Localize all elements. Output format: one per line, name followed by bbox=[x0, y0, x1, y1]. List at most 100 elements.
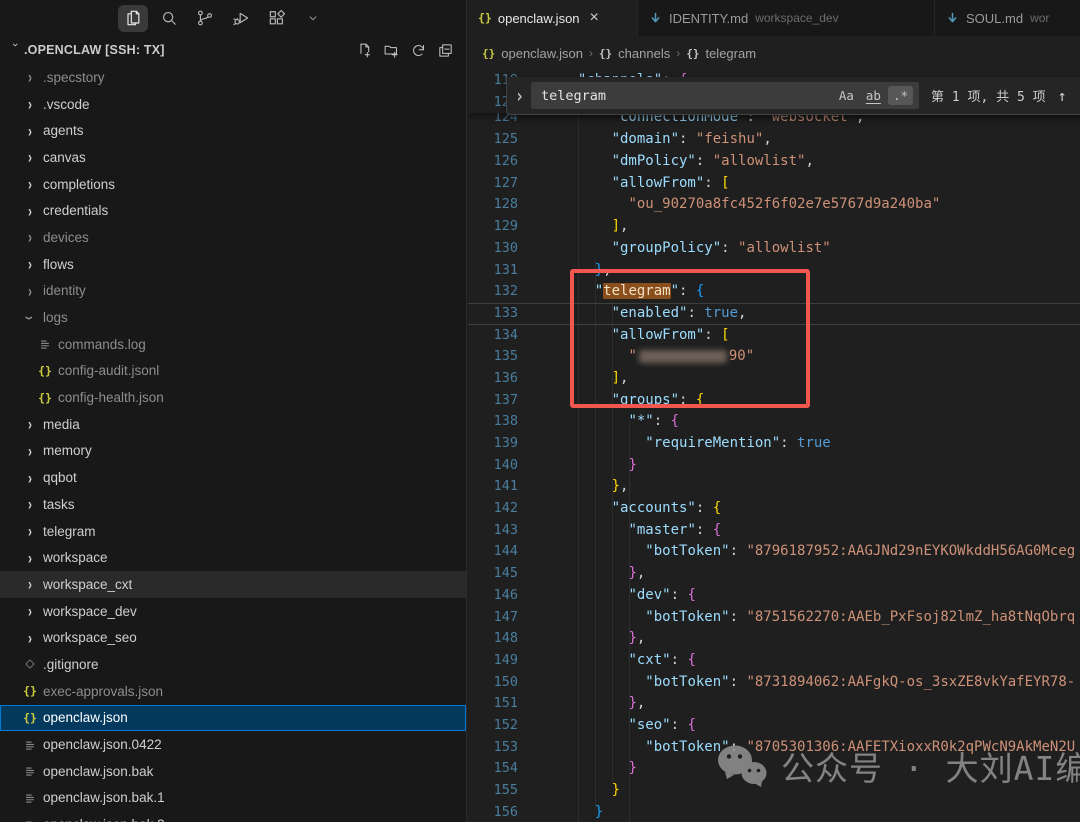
code-line-146[interactable]: 146 "dev": { bbox=[468, 585, 1080, 607]
line-number: 146 bbox=[468, 585, 518, 607]
code-line-129[interactable]: 129 ], bbox=[468, 216, 1080, 238]
sidebar-item-memory[interactable]: ›memory bbox=[0, 438, 466, 465]
breadcrumb-item-telegram[interactable]: telegram bbox=[705, 46, 756, 61]
sidebar-item-media[interactable]: ›media bbox=[0, 411, 466, 438]
sidebar-item-qqbot[interactable]: ›qqbot bbox=[0, 464, 466, 491]
refresh-icon[interactable] bbox=[409, 41, 427, 59]
explorer-title: .OPENCLAW [SSH: TX] bbox=[24, 43, 355, 57]
sidebar-item--vscode[interactable]: ›.vscode bbox=[0, 91, 466, 118]
editor-group: {}openclaw.json×IDENTITY.mdworkspace_dev… bbox=[468, 0, 1080, 822]
source-control-icon[interactable] bbox=[190, 5, 220, 32]
code-line-141[interactable]: 141 }, bbox=[468, 476, 1080, 498]
find-query[interactable]: telegram bbox=[541, 88, 832, 104]
code-line-127[interactable]: 127 "allowFrom": [ bbox=[468, 173, 1080, 195]
sidebar-item--gitignore[interactable]: .gitignore bbox=[0, 651, 466, 678]
new-folder-icon[interactable] bbox=[382, 41, 400, 59]
code-line-144[interactable]: 144 "botToken": "8796187952:AAGJNd29nEYK… bbox=[468, 541, 1080, 563]
previous-match-arrow-icon[interactable]: ↑ bbox=[1058, 87, 1067, 105]
sidebar-item-openclaw-json-bak[interactable]: openclaw.json.bak bbox=[0, 758, 466, 785]
sidebar-item-identity[interactable]: ›identity bbox=[0, 278, 466, 305]
find-input[interactable]: telegram Aa ab .* bbox=[531, 82, 919, 109]
chevron-down-icon[interactable]: › bbox=[9, 43, 21, 57]
chevron-right-icon: › bbox=[22, 628, 38, 648]
code-line-128[interactable]: 128 "ou_90270a8fc452f6f02e7e5767d9a240ba… bbox=[468, 194, 1080, 216]
wechat-icon bbox=[715, 743, 769, 789]
sidebar-item-exec-approvals-json[interactable]: {}exec-approvals.json bbox=[0, 678, 466, 705]
code-line-147[interactable]: 147 "botToken": "8751562270:AAEb_PxFsoj8… bbox=[468, 607, 1080, 629]
explorer-icon[interactable] bbox=[118, 5, 148, 32]
run-debug-icon[interactable] bbox=[226, 5, 256, 32]
code-line-126[interactable]: 126 "dmPolicy": "allowlist", bbox=[468, 151, 1080, 173]
code-line-124[interactable]: 124 "connectionMode": "websocket", bbox=[468, 113, 1080, 129]
sidebar-item-agents[interactable]: ›agents bbox=[0, 117, 466, 144]
file-tree: ›.specstory›.vscode›agents›canvas›comple… bbox=[0, 64, 466, 822]
sidebar-item-devices[interactable]: ›devices bbox=[0, 224, 466, 251]
line-number: 133 bbox=[468, 303, 518, 325]
tab-label: IDENTITY.md bbox=[669, 11, 748, 26]
code-line-139[interactable]: 139 "requireMention": true bbox=[468, 433, 1080, 455]
code-editor[interactable]: 119 "channels": {120 "feishu": { 124 "co… bbox=[468, 70, 1080, 822]
sidebar-item-workspace-cxt[interactable]: ›workspace_cxt bbox=[0, 571, 466, 598]
find-collapse-chevron-icon[interactable]: › bbox=[515, 84, 531, 107]
code-line-130[interactable]: 130 "groupPolicy": "allowlist" bbox=[468, 238, 1080, 260]
chevron-right-icon: › bbox=[22, 468, 38, 488]
sidebar-item-workspace[interactable]: ›workspace bbox=[0, 544, 466, 571]
sidebar-item-credentials[interactable]: ›credentials bbox=[0, 197, 466, 224]
code-line-138[interactable]: 138 "*": { bbox=[468, 411, 1080, 433]
chevron-right-icon: › bbox=[22, 414, 38, 434]
sidebar-item-logs[interactable]: ›logs bbox=[0, 304, 466, 331]
sidebar-item-label: completions bbox=[43, 177, 115, 192]
activity-bar bbox=[0, 0, 466, 36]
tab-identity.md[interactable]: IDENTITY.mdworkspace_dev bbox=[638, 0, 935, 36]
sidebar-item-canvas[interactable]: ›canvas bbox=[0, 144, 466, 171]
object-symbol-icon: {} bbox=[599, 47, 612, 60]
search-icon[interactable] bbox=[154, 5, 184, 32]
regex-toggle[interactable]: .* bbox=[888, 86, 913, 105]
json-file-icon: {} bbox=[37, 391, 53, 405]
sidebar-item-label: openclaw.json.0422 bbox=[43, 737, 162, 752]
code-line-149[interactable]: 149 "cxt": { bbox=[468, 650, 1080, 672]
close-icon[interactable]: × bbox=[590, 10, 599, 26]
breadcrumb[interactable]: {}openclaw.json›{}channels›{}telegram bbox=[468, 36, 1080, 70]
collapse-all-icon[interactable] bbox=[436, 41, 454, 59]
sidebar-item-tasks[interactable]: ›tasks bbox=[0, 491, 466, 518]
sidebar-item-config-audit-jsonl[interactable]: {}config-audit.jsonl bbox=[0, 358, 466, 385]
code-line-151[interactable]: 151 }, bbox=[468, 693, 1080, 715]
new-file-icon[interactable] bbox=[355, 41, 373, 59]
more-chevron-icon[interactable] bbox=[298, 5, 328, 32]
sidebar-item-commands-log[interactable]: commands.log bbox=[0, 331, 466, 358]
sidebar-item-workspace-seo[interactable]: ›workspace_seo bbox=[0, 624, 466, 651]
sidebar-item-openclaw-json[interactable]: {}openclaw.json bbox=[0, 705, 466, 732]
extensions-icon[interactable] bbox=[262, 5, 292, 32]
code-line-145[interactable]: 145 }, bbox=[468, 563, 1080, 585]
json-file-icon: {} bbox=[22, 711, 38, 725]
code-line-125[interactable]: 125 "domain": "feishu", bbox=[468, 129, 1080, 151]
line-number: 148 bbox=[468, 628, 518, 650]
sidebar-item-openclaw-json-bak-2[interactable]: openclaw.json.bak.2 bbox=[0, 811, 466, 822]
sidebar-item-config-health-json[interactable]: {}config-health.json bbox=[0, 384, 466, 411]
breadcrumb-item-openclaw.json[interactable]: openclaw.json bbox=[501, 46, 583, 61]
whole-word-toggle[interactable]: ab bbox=[861, 86, 886, 105]
line-content: "connectionMode": "websocket", bbox=[561, 113, 864, 129]
code-line-150[interactable]: 150 "botToken": "8731894062:AAFgkQ-os_3s… bbox=[468, 672, 1080, 694]
sidebar-item-openclaw-json-bak-1[interactable]: openclaw.json.bak.1 bbox=[0, 785, 466, 812]
code-line-142[interactable]: 142 "accounts": { bbox=[468, 498, 1080, 520]
tab-soul.md[interactable]: SOUL.mdwor bbox=[935, 0, 1080, 36]
match-case-toggle[interactable]: Aa bbox=[834, 86, 859, 105]
code-line-148[interactable]: 148 }, bbox=[468, 628, 1080, 650]
line-number: 134 bbox=[468, 325, 518, 347]
sidebar-item-telegram[interactable]: ›telegram bbox=[0, 518, 466, 545]
code-line-143[interactable]: 143 "master": { bbox=[468, 520, 1080, 542]
line-content: "botToken": "8751562270:AAEb_PxFsoj82lmZ… bbox=[561, 607, 1075, 629]
code-line-152[interactable]: 152 "seo": { bbox=[468, 715, 1080, 737]
code-line-156[interactable]: 156 } bbox=[468, 802, 1080, 822]
sidebar-item-openclaw-json-0422[interactable]: openclaw.json.0422 bbox=[0, 731, 466, 758]
breadcrumb-item-channels[interactable]: channels bbox=[618, 46, 670, 61]
tab-openclaw.json[interactable]: {}openclaw.json× bbox=[468, 0, 638, 36]
tab-label: SOUL.md bbox=[966, 11, 1023, 26]
sidebar-item-workspace-dev[interactable]: ›workspace_dev bbox=[0, 598, 466, 625]
sidebar-item--specstory[interactable]: ›.specstory bbox=[0, 64, 466, 91]
sidebar-item-flows[interactable]: ›flows bbox=[0, 251, 466, 278]
sidebar-item-completions[interactable]: ›completions bbox=[0, 171, 466, 198]
code-line-140[interactable]: 140 } bbox=[468, 455, 1080, 477]
